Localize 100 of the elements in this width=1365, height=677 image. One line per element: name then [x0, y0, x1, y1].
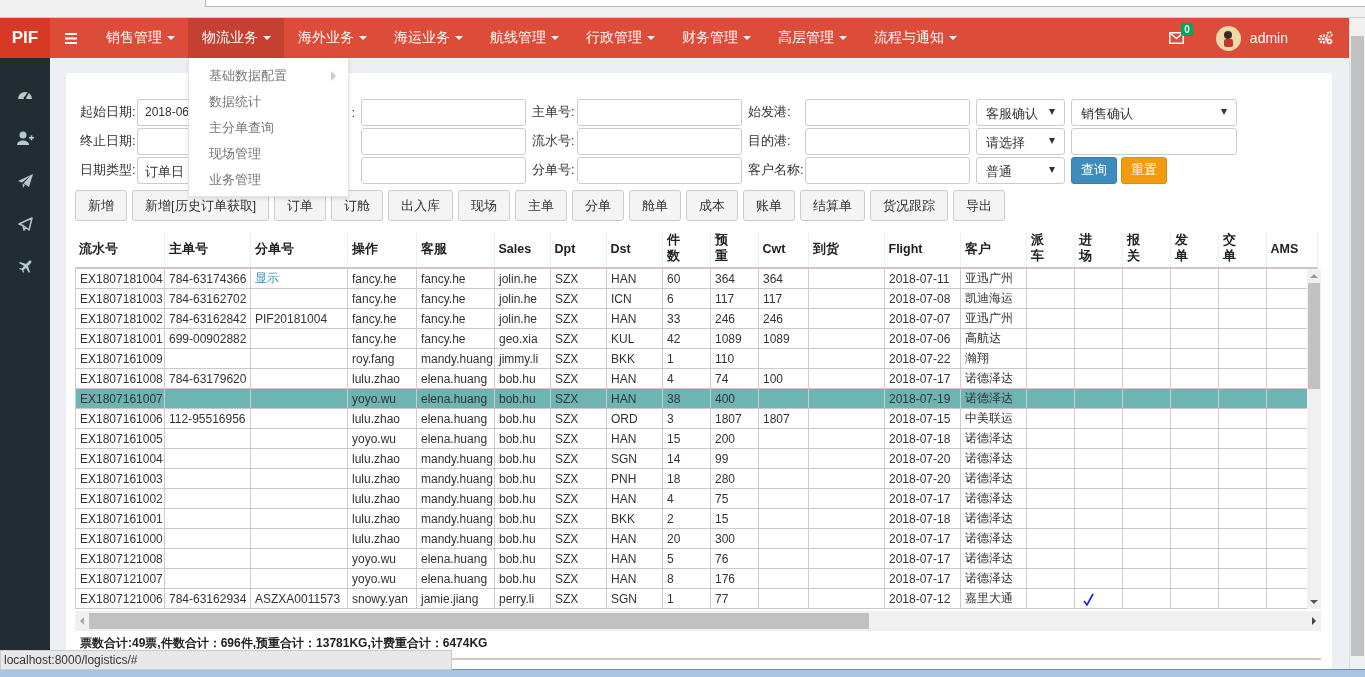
column-header[interactable]: 交单: [1218, 231, 1266, 268]
input-field[interactable]: [361, 127, 526, 155]
toolbar-button[interactable]: 成本: [686, 190, 739, 221]
toolbar-button[interactable]: 主单: [515, 190, 568, 221]
column-header[interactable]: 进场: [1074, 231, 1122, 268]
column-header[interactable]: Flight: [884, 231, 960, 268]
toolbar-button[interactable]: 账单: [743, 190, 796, 221]
input-field[interactable]: [1071, 127, 1237, 155]
select-field[interactable]: 销售确认: [1071, 98, 1237, 126]
settings-icon[interactable]: [1318, 31, 1333, 45]
column-header[interactable]: Sales: [494, 231, 550, 268]
mail-icon[interactable]: [1168, 32, 1184, 44]
toolbar-button[interactable]: 订舱: [331, 190, 384, 221]
select-field[interactable]: 普通: [976, 156, 1065, 184]
input-field[interactable]: [361, 98, 526, 126]
table-cell: fancy.he: [421, 331, 466, 346]
input-field[interactable]: [577, 156, 742, 184]
nav-menu-item[interactable]: 销售管理: [92, 18, 188, 58]
table-cell: 246: [715, 311, 736, 326]
select-field[interactable]: 请选择: [976, 127, 1065, 155]
nav-menu-item[interactable]: 海外业务: [284, 18, 380, 58]
page-scrollbar[interactable]: [1349, 18, 1365, 669]
menu-icon[interactable]: [65, 32, 77, 44]
logo[interactable]: PIF: [0, 18, 50, 58]
toolbar-button[interactable]: 货况跟踪: [870, 190, 949, 221]
column-header[interactable]: 报关: [1122, 231, 1170, 268]
column-header[interactable]: 客服: [416, 231, 494, 268]
user-name[interactable]: admin: [1249, 30, 1288, 46]
nav-menu-item[interactable]: 海运业务: [380, 18, 476, 58]
column-header[interactable]: 操作: [347, 231, 416, 268]
table-cell: 2018-07-17: [889, 571, 951, 586]
toolbar-button[interactable]: 出入库: [388, 190, 454, 221]
nav-menu-item[interactable]: 航线管理: [476, 18, 572, 58]
toolbar-button[interactable]: 导出: [953, 190, 1006, 221]
table-cell: HAN: [611, 491, 637, 506]
show-link[interactable]: 显示: [255, 271, 279, 285]
airplane-icon[interactable]: [18, 260, 32, 274]
toolbar-button[interactable]: 分单: [572, 190, 625, 221]
toolbar-button[interactable]: 现场: [458, 190, 511, 221]
nav-menu-item[interactable]: 高层管理: [764, 18, 860, 58]
column-header[interactable]: Dpt: [550, 231, 606, 268]
input-field[interactable]: [805, 127, 970, 155]
table-cell: SZX: [555, 531, 579, 546]
table-cell: 中美联运: [965, 411, 1013, 425]
column-header[interactable]: 流水号: [75, 231, 164, 268]
column-header[interactable]: 预重: [710, 231, 758, 268]
input-field[interactable]: [577, 127, 742, 155]
table-cell: 诺德泽达: [965, 431, 1013, 445]
caret-icon: [743, 36, 751, 40]
column-header[interactable]: 件数: [662, 231, 710, 268]
dropdown-item[interactable]: 基础数据配置: [189, 63, 348, 89]
table-cell: fancy.he: [352, 291, 397, 306]
table-cell: yoyo.wu: [352, 431, 397, 446]
table-cell: 300: [715, 531, 736, 546]
dropdown-arrow-icon: [1221, 108, 1227, 115]
column-header[interactable]: 发单: [1170, 231, 1218, 268]
paper-plane-icon[interactable]: [17, 217, 33, 231]
nav-menu-item[interactable]: 财务管理: [668, 18, 764, 58]
field-label: 始发港:: [748, 103, 791, 121]
column-header[interactable]: Dst: [606, 231, 662, 268]
nav-menu-item[interactable]: 流程与通知: [860, 18, 970, 58]
toolbar-button[interactable]: 新增: [75, 190, 127, 221]
column-header[interactable]: 到货: [808, 231, 884, 268]
input-field[interactable]: [805, 156, 970, 184]
table-cell: bob.hu: [499, 511, 536, 526]
form-button[interactable]: 查询: [1071, 156, 1117, 184]
address-bar[interactable]: [205, 0, 1365, 7]
column-header[interactable]: 客户: [960, 231, 1026, 268]
input-field[interactable]: [577, 98, 742, 126]
horizontal-scrollbar[interactable]: [75, 611, 1321, 631]
avatar[interactable]: [1215, 25, 1241, 51]
column-header[interactable]: 主单号: [164, 231, 250, 268]
table-cell: mandy.huang: [421, 491, 493, 506]
table-cell: fancy.he: [352, 311, 397, 326]
input-field[interactable]: [361, 156, 526, 184]
table-cell: EX1807161008: [80, 371, 163, 386]
table-cell: perry.li: [499, 591, 535, 606]
toolbar-button[interactable]: 舱单: [629, 190, 682, 221]
column-header[interactable]: 派车: [1026, 231, 1074, 268]
table-cell: 2018-07-17: [889, 531, 951, 546]
toolbar-button[interactable]: 结算单: [800, 190, 866, 221]
table-cell: ASZXA0011573: [255, 591, 341, 606]
user-add-icon[interactable]: [16, 131, 34, 145]
table-cell: SZX: [555, 271, 579, 286]
column-header[interactable]: Cwt: [758, 231, 808, 268]
table-cell: 60: [667, 271, 681, 286]
nav-menu-item[interactable]: 行政管理: [572, 18, 668, 58]
table-cell: jolin.he: [499, 291, 538, 306]
table-cell: 1: [667, 591, 674, 606]
column-header[interactable]: AMS: [1266, 231, 1317, 268]
table-cell: 2018-07-17: [889, 491, 951, 506]
paper-plane-icon[interactable]: [17, 174, 33, 188]
table-cell: 诺德泽达: [965, 391, 1013, 405]
column-header[interactable]: 分单号: [250, 231, 347, 268]
input-field[interactable]: [805, 98, 970, 126]
select-field[interactable]: 客服确认: [976, 98, 1065, 126]
table-cell: SZX: [555, 391, 579, 406]
nav-menu-item[interactable]: 物流业务: [188, 18, 284, 58]
table-cell: 诺德泽达: [965, 571, 1013, 585]
table-scrollbar[interactable]: [1307, 269, 1321, 609]
